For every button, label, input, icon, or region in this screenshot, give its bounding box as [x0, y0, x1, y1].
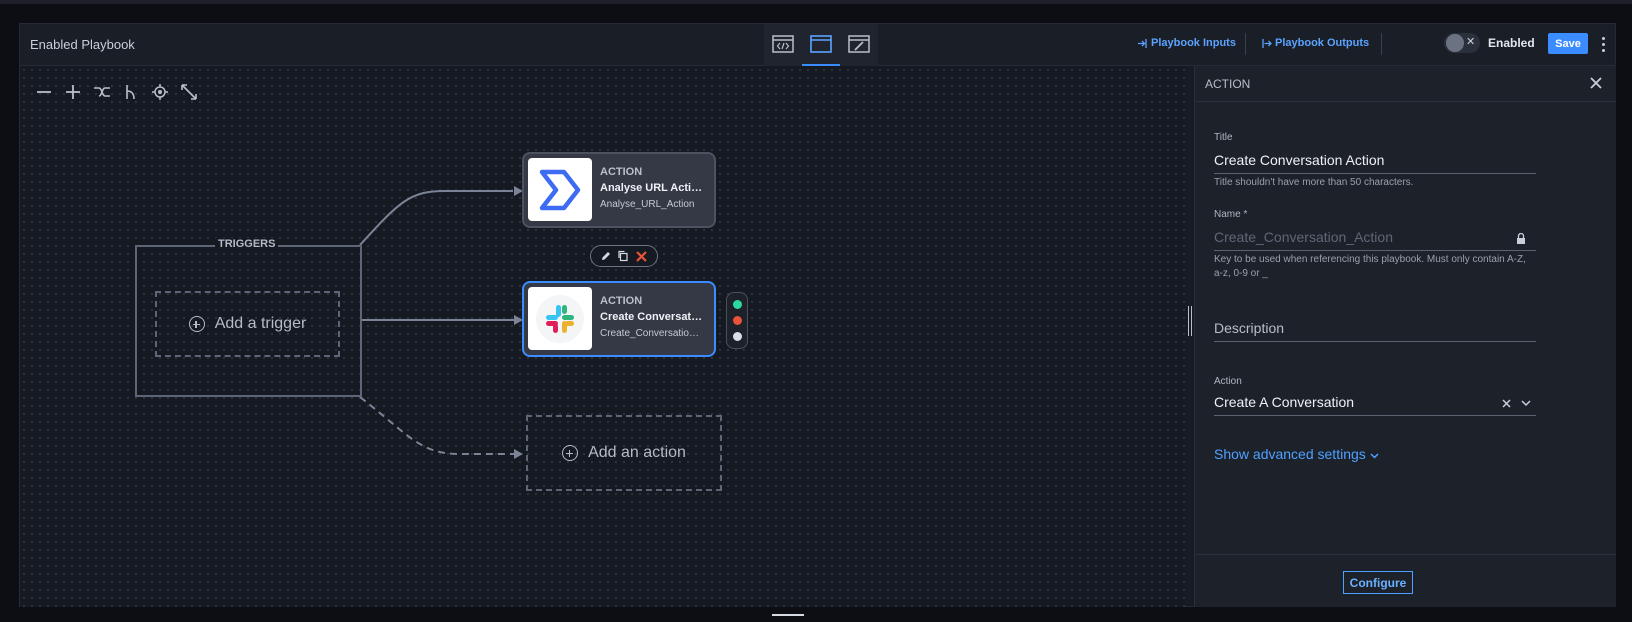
panel-heading: ACTION	[1205, 76, 1251, 91]
playbook-outputs-label: Playbook Outputs	[1275, 37, 1370, 49]
panel-resize-handle[interactable]	[1188, 306, 1192, 336]
action-select[interactable]: Create A Conversation	[1214, 394, 1536, 416]
slack-logo-icon	[546, 304, 574, 333]
more-options-icon[interactable]	[1596, 33, 1610, 55]
clear-icon[interactable]	[1502, 399, 1511, 408]
panel-footer: Configure	[1195, 554, 1616, 607]
node-name: Analyse_URL_Action	[600, 199, 695, 210]
toggle-off-icon: ✕	[1466, 36, 1476, 48]
duplicate-icon[interactable]	[617, 250, 629, 262]
node-action-bar	[590, 245, 658, 267]
window-top-strip	[0, 0, 1632, 4]
title-input[interactable]: Create Conversation Action	[1214, 152, 1536, 174]
lock-icon	[1517, 233, 1525, 244]
playbook-title: Enabled Playbook	[30, 37, 135, 52]
node-logo	[528, 158, 592, 221]
name-input: Create_Conversation_Action	[1214, 229, 1536, 251]
node-name: Create_Conversation_Action	[600, 328, 704, 339]
playbook-canvas[interactable]: TRIGGERS Add a trigger ACTION Analyse UR…	[20, 66, 1185, 607]
save-button[interactable]: Save	[1548, 33, 1588, 54]
node-kind: ACTION	[600, 166, 643, 178]
canvas-view-icon	[810, 35, 832, 53]
add-circle-icon	[188, 316, 205, 332]
show-advanced-label: Show advanced settings	[1214, 446, 1366, 462]
toggle-knob	[1446, 34, 1464, 52]
add-circle-icon	[562, 445, 579, 461]
playbook-editor: Enabled Playbook Playbook Inputs Playboo…	[19, 23, 1616, 607]
panel-header: ACTION	[1195, 66, 1616, 102]
add-trigger-label: Add a trigger	[214, 315, 307, 332]
chevron-down-icon[interactable]	[1521, 400, 1531, 407]
name-value: Create_Conversation_Action	[1214, 229, 1393, 245]
edit-view-icon	[848, 35, 870, 53]
show-advanced-settings-link[interactable]: Show advanced settings	[1214, 446, 1379, 462]
canvas-view-button[interactable]	[802, 24, 840, 66]
edit-icon[interactable]	[600, 250, 612, 262]
action-label: Action	[1214, 376, 1242, 387]
playbook-inputs-link[interactable]: Playbook Inputs	[1137, 37, 1236, 49]
sigma-logo-icon	[539, 169, 581, 210]
edit-view-button[interactable]	[840, 24, 878, 66]
view-switcher	[764, 24, 878, 66]
enabled-label: Enabled	[1488, 36, 1535, 50]
node-output-ports	[726, 292, 748, 349]
bottom-drag-handle[interactable]	[772, 614, 804, 616]
editor-header: Enabled Playbook Playbook Inputs Playboo…	[20, 24, 1615, 66]
node-title: Analyse URL Action	[600, 182, 704, 194]
failure-port[interactable]	[732, 316, 742, 325]
code-view-button[interactable]	[764, 24, 802, 66]
input-icon	[1138, 38, 1147, 48]
header-divider	[1245, 33, 1246, 55]
action-settings-panel: ACTION Title Create Conversation Action …	[1194, 66, 1616, 607]
add-action-button[interactable]: Add an action	[526, 415, 722, 491]
header-divider	[1381, 33, 1382, 55]
delete-icon[interactable]	[635, 250, 648, 263]
name-label: Name *	[1214, 209, 1248, 220]
chevron-down-icon	[1370, 453, 1379, 459]
configure-button[interactable]: Configure	[1343, 571, 1413, 594]
complete-port[interactable]	[732, 332, 742, 341]
triggers-label: TRIGGERS	[215, 238, 279, 250]
output-icon	[1262, 38, 1272, 48]
node-kind: ACTION	[600, 295, 643, 307]
playbook-inputs-label: Playbook Inputs	[1151, 37, 1236, 49]
description-input[interactable]: Description	[1214, 320, 1536, 342]
playbook-outputs-link[interactable]: Playbook Outputs	[1261, 37, 1369, 49]
action-value: Create A Conversation	[1214, 394, 1355, 410]
node-title: Create Conversation Action	[600, 311, 704, 323]
name-help: Key to be used when referencing this pla…	[1214, 254, 1526, 279]
add-action-label: Add an action	[588, 444, 686, 461]
node-logo	[528, 287, 592, 350]
add-trigger-button[interactable]: Add a trigger	[155, 291, 340, 357]
success-port[interactable]	[732, 300, 742, 309]
title-label: Title	[1214, 132, 1233, 143]
close-icon[interactable]	[1588, 75, 1604, 91]
action-node-create-conversation[interactable]: ACTION Create Conversation Action Create…	[522, 281, 716, 357]
action-node-analyse-url[interactable]: ACTION Analyse URL Action Analyse_URL_Ac…	[522, 152, 716, 228]
enabled-toggle[interactable]: ✕	[1444, 33, 1480, 53]
title-help: Title shouldn't have more than 50 charac…	[1214, 177, 1414, 188]
code-view-icon	[772, 35, 794, 53]
